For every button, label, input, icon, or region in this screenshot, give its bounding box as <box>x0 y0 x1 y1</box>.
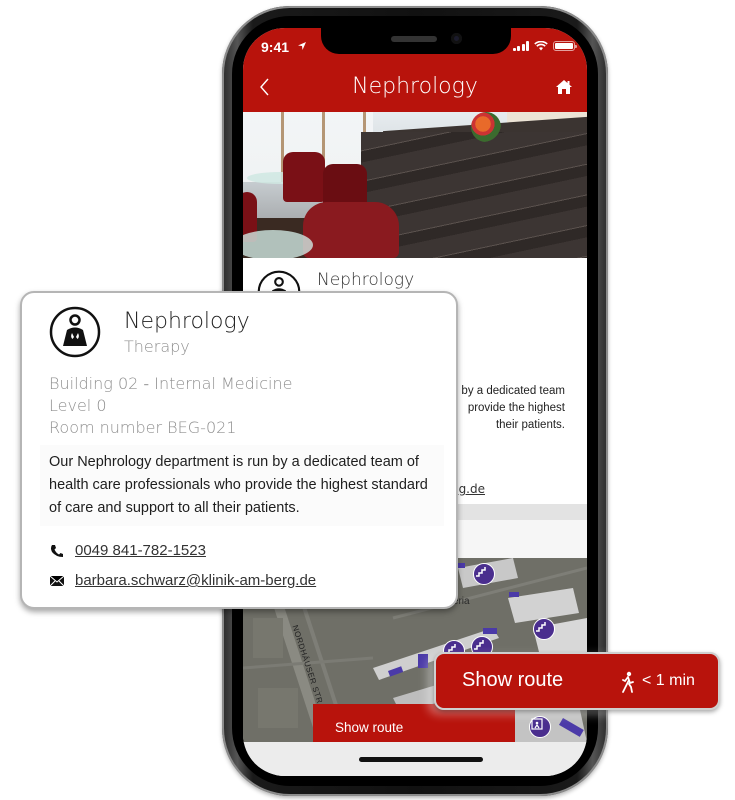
nephrology-person-icon <box>49 306 101 358</box>
department-info-card: Nephrology Therapy Building 02 - Interna… <box>20 291 458 609</box>
department-category: Therapy <box>124 337 190 356</box>
signal-icon <box>512 41 529 51</box>
notch <box>321 28 511 54</box>
show-route-label: Show route <box>462 669 564 691</box>
speaker <box>391 36 437 42</box>
department-title: Nephrology <box>317 270 415 290</box>
battery-icon <box>553 41 577 51</box>
status-time: 9:41 <box>261 39 290 55</box>
email-contact: barbara.schwarz@klinik-am-berg.de <box>49 572 316 589</box>
phone-contact: 0049 841-782-1523 <box>49 542 206 559</box>
status-icons <box>512 41 577 51</box>
stairs-icon[interactable] <box>473 563 495 585</box>
department-photo <box>243 112 587 258</box>
page-title: Nephrology <box>352 74 478 99</box>
location-arrow-icon <box>298 42 306 50</box>
front-camera <box>451 33 462 44</box>
show-route-overlay-button[interactable]: Show route < 1 min <box>434 652 720 710</box>
elevator-icon[interactable] <box>529 716 551 738</box>
room-line: Room number BEG-021 <box>49 418 237 437</box>
level-line: Level 0 <box>49 396 107 415</box>
envelope-icon <box>49 575 65 586</box>
home-icon[interactable] <box>555 79 573 95</box>
phone-link[interactable]: 0049 841-782-1523 <box>75 542 206 559</box>
app-header: 9:41 Nephrology <box>243 28 587 112</box>
department-description: Our Nephrology department is run by a de… <box>40 445 444 526</box>
department-title: Nephrology <box>124 309 250 334</box>
building-line: Building 02 - Internal Medicine <box>49 374 293 393</box>
phone-icon <box>51 544 63 557</box>
home-indicator[interactable] <box>359 757 483 762</box>
walking-person-icon <box>622 671 634 693</box>
location-details: Building 02 - Internal Medicine Level 0 … <box>49 373 292 439</box>
walking-duration: < 1 min <box>642 672 695 689</box>
stairs-icon[interactable] <box>533 618 555 640</box>
battery-fill <box>555 43 573 49</box>
email-link[interactable]: barbara.schwarz@klinik-am-berg.de <box>75 572 316 589</box>
wifi-icon <box>534 41 548 51</box>
